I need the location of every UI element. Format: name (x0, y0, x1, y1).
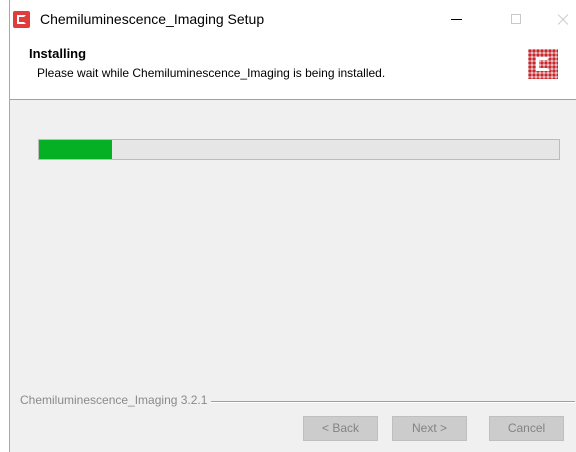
install-progress-bar (38, 139, 560, 160)
window-title: Chemiluminescence_Imaging Setup (40, 11, 265, 27)
next-button[interactable]: Next > (392, 416, 467, 441)
installer-app-icon (13, 11, 30, 28)
progress-fill (39, 140, 112, 159)
page-subtitle: Please wait while Chemiluminescence_Imag… (37, 66, 386, 80)
brand-logo-icon (528, 49, 558, 79)
back-button[interactable]: < Back (303, 416, 378, 441)
page-header: Installing Please wait while Chemilumine… (10, 38, 576, 100)
page-title: Installing (29, 46, 87, 61)
title-bar[interactable]: Chemiluminescence_Imaging Setup (10, 0, 576, 38)
close-button[interactable] (538, 0, 576, 38)
maximize-button[interactable] (493, 0, 539, 38)
minimize-button[interactable] (434, 0, 480, 38)
cancel-button[interactable]: Cancel (489, 416, 564, 441)
brand-version-label: Chemiluminescence_Imaging 3.2.1 (20, 393, 212, 407)
installer-window: Chemiluminescence_Imaging Setup Installi… (9, 0, 576, 452)
